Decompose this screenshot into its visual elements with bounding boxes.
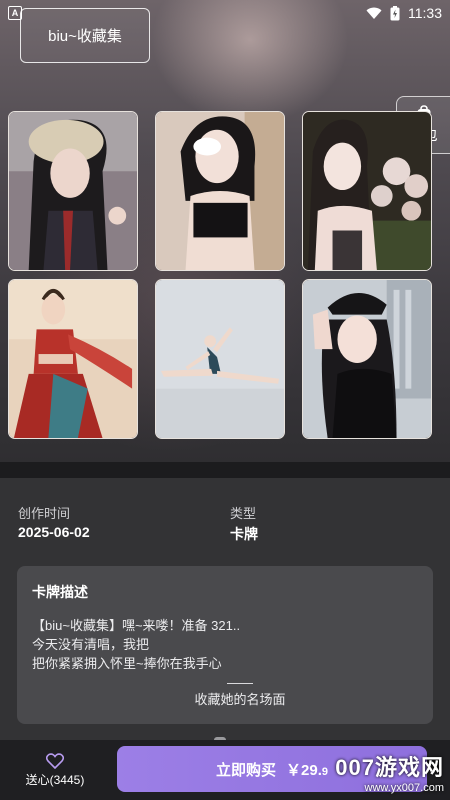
description-dash: —— <box>227 675 253 690</box>
wifi-icon <box>366 7 382 19</box>
card-photo-6[interactable] <box>302 279 432 439</box>
card-photo-5[interactable] <box>155 279 285 439</box>
description-line-3: 把你紧紧拥入怀里~捧你在我手心 <box>32 656 222 671</box>
heart-icon <box>46 752 64 769</box>
watermark: 007游戏网 www.yx007.com <box>335 750 444 794</box>
send-heart-label: 送心(3445) <box>25 772 85 787</box>
send-heart-button[interactable]: 送心(3445) <box>10 748 100 792</box>
buy-now-label: 立即购买 <box>215 761 276 779</box>
type-label: 类型 <box>230 506 257 521</box>
card-photo-3[interactable] <box>302 111 432 271</box>
section-divider <box>0 462 450 478</box>
description-box: 卡牌描述 【biu~收藏集】嘿~来喽！准备 321.. 今天没有清唱，我把 把你… <box>17 566 433 724</box>
description-line-2: 今天没有清唱，我把 <box>32 637 150 652</box>
clock: 11:33 <box>408 5 442 21</box>
type-value: 卡牌 <box>230 526 258 542</box>
created-time-value: 2025-06-02 <box>18 524 90 540</box>
watermark-main: 007游戏网 <box>335 755 444 780</box>
card-photo-2[interactable] <box>155 111 285 271</box>
description-line-1: 【biu~收藏集】嘿~来喽！准备 321.. <box>32 618 241 633</box>
battery-icon <box>390 5 400 20</box>
created-time-label: 创作时间 <box>18 506 71 521</box>
card-photo-1[interactable] <box>8 111 138 271</box>
watermark-url: www.yx007.com <box>364 782 444 794</box>
price: ￥29.9 <box>286 761 328 779</box>
description-signature: 收藏她的名场面 <box>194 692 286 707</box>
card-grid <box>8 111 434 441</box>
description-title: 卡牌描述 <box>32 584 88 600</box>
card-photo-4[interactable] <box>8 279 138 439</box>
collection-label[interactable]: biu~收藏集 <box>20 8 150 63</box>
